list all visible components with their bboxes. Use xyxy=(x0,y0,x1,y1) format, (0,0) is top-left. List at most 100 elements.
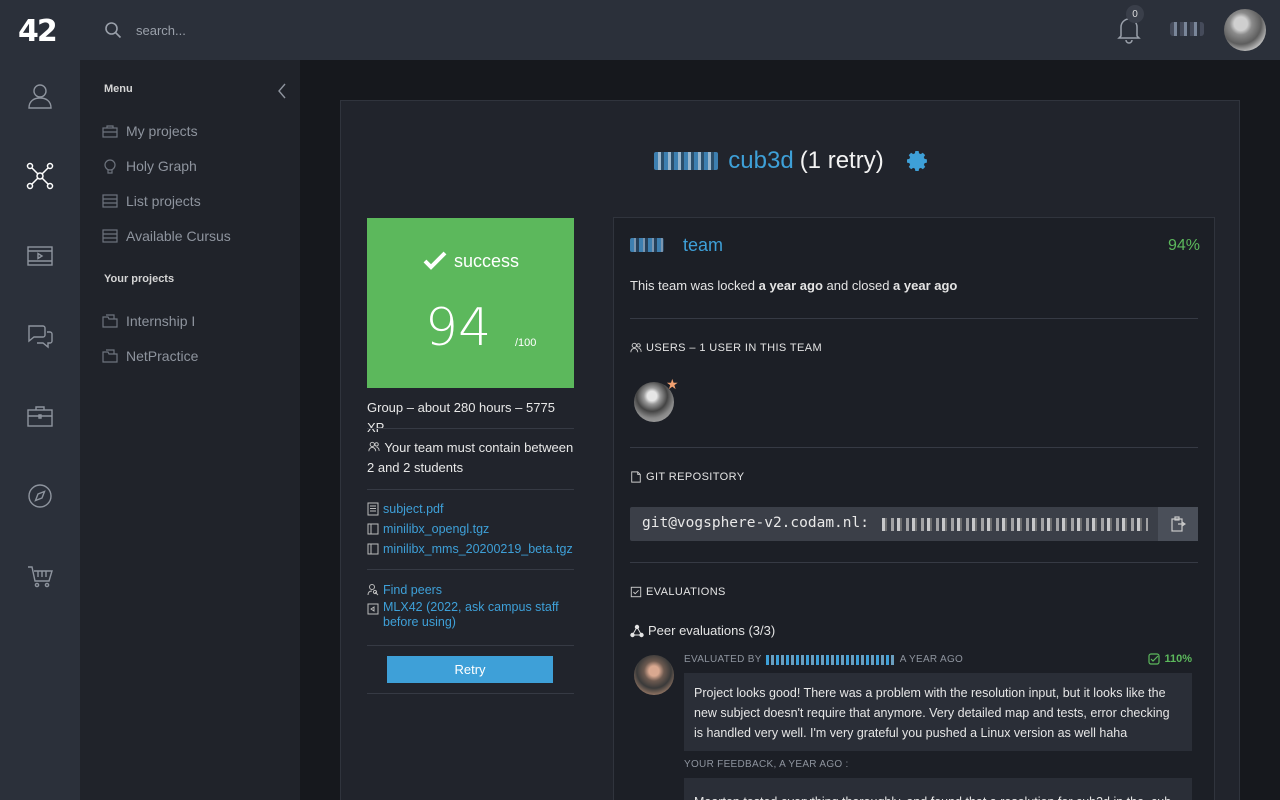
team-name[interactable]: team xyxy=(683,235,723,256)
attachment-link[interactable]: subject.pdf xyxy=(367,499,574,519)
team-rule: Your team must contain between 2 and 2 s… xyxy=(367,440,574,475)
your-projects-heading: Your projects xyxy=(104,273,175,285)
icon-rail: 42 xyxy=(0,0,80,800)
git-section-label: GIT REPOSITORY xyxy=(630,471,745,483)
users-icon xyxy=(368,441,380,452)
evaluator-avatar[interactable] xyxy=(634,655,674,695)
peer-evaluations-heading: Peer evaluations (3/3) xyxy=(630,623,775,638)
users-section-label: USERS – 1 USER IN THIS TEAM xyxy=(630,342,822,354)
attachment-link[interactable]: minilibx_mms_20200219_beta.tgz xyxy=(367,539,574,559)
divider xyxy=(367,645,574,646)
folder-icon xyxy=(102,349,118,363)
subnav-item-available-cursus[interactable]: Available Cursus xyxy=(102,225,231,247)
notification-count-badge: 0 xyxy=(1126,5,1144,23)
repo-path-redacted xyxy=(882,518,1148,531)
graph-icon xyxy=(104,159,116,174)
search-icon xyxy=(105,22,122,39)
retry-count: (1 retry) xyxy=(799,147,884,174)
status-text: success xyxy=(453,250,520,271)
team-logo xyxy=(630,238,664,252)
divider xyxy=(630,447,1198,448)
list-icon xyxy=(102,194,118,208)
group-info: Group – about 280 hours – 5775 XP xyxy=(367,400,555,435)
menu-heading: Menu xyxy=(104,83,133,95)
list-icon xyxy=(102,229,118,243)
gear-icon[interactable] xyxy=(906,150,928,172)
archive-icon xyxy=(367,543,379,555)
profile-icon[interactable] xyxy=(24,80,56,112)
evaluation-score: 110% xyxy=(1148,653,1192,665)
team-status-text: This team was locked a year ago and clos… xyxy=(630,278,958,293)
find-peers-link[interactable]: Find peers xyxy=(367,580,574,600)
peer-network-icon xyxy=(630,624,644,637)
document-icon xyxy=(367,502,379,516)
subnav-item-my-projects[interactable]: My projects xyxy=(102,120,198,142)
mlx42-link[interactable]: MLX42 (2022, ask campus staff before usi… xyxy=(367,600,574,630)
copy-button[interactable] xyxy=(1158,507,1198,541)
briefcase-icon xyxy=(102,125,118,138)
external-link-icon xyxy=(367,603,379,615)
subnav-item-list-projects[interactable]: List projects xyxy=(102,190,201,212)
divider xyxy=(630,318,1198,319)
score-badge: success 94 /100 xyxy=(367,218,574,388)
attachment-link[interactable]: minilibx_opengl.tgz xyxy=(367,519,574,539)
user-login-label[interactable] xyxy=(654,152,719,170)
folder-icon xyxy=(102,314,118,328)
logo[interactable]: 42 xyxy=(18,14,62,49)
checkbox-icon xyxy=(630,586,642,598)
subnav-item-holy-graph[interactable]: Holy Graph xyxy=(102,155,197,177)
divider xyxy=(630,562,1198,563)
check-icon xyxy=(423,251,447,270)
search-input[interactable] xyxy=(136,18,436,42)
team-panel: team 94% This team was locked a year ago… xyxy=(613,217,1215,800)
archive-icon xyxy=(367,523,379,535)
check-outline-icon xyxy=(1148,653,1161,665)
subnav-item-label: My projects xyxy=(126,123,198,139)
evaluation-meta: EVALUATED BY A YEAR AGO xyxy=(684,654,964,665)
collapse-chevron-icon[interactable] xyxy=(276,82,288,100)
retry-button[interactable]: Retry xyxy=(387,656,553,683)
top-bar: 0 xyxy=(80,0,1280,60)
subnav-item-label: Internship I xyxy=(126,313,196,329)
subnav-item-label: List projects xyxy=(126,193,201,209)
elearning-icon[interactable] xyxy=(24,240,56,272)
divider xyxy=(367,428,574,429)
divider xyxy=(367,489,574,490)
shop-cart-icon[interactable] xyxy=(24,560,56,592)
subnav-item-internship[interactable]: Internship I xyxy=(102,310,195,332)
subnav-item-label: NetPractice xyxy=(126,348,199,364)
project-subnav: Menu My projects Holy Graph List project… xyxy=(80,60,300,800)
clipboard-icon xyxy=(1171,516,1186,532)
page-title: cub3d (1 retry) xyxy=(341,147,1241,175)
compass-icon[interactable] xyxy=(24,480,56,512)
feedback-comment: Maarten tested everything thoroughly, an… xyxy=(684,778,1192,800)
score-max: /100 xyxy=(515,337,537,349)
user-avatar[interactable] xyxy=(1224,9,1266,51)
evaluator-login[interactable] xyxy=(765,654,896,665)
divider xyxy=(367,569,574,570)
evaluation-comment: Project looks good! There was a problem … xyxy=(684,673,1192,751)
status-label: success xyxy=(367,248,574,274)
project-card: cub3d (1 retry) success 94 /100 Group – … xyxy=(340,100,1240,800)
users-icon xyxy=(630,342,642,353)
find-peers-icon xyxy=(367,584,379,596)
divider xyxy=(367,693,574,694)
companies-icon[interactable] xyxy=(24,400,56,432)
holy-graph-icon[interactable] xyxy=(24,160,56,192)
resource-links: Find peers MLX42 (2022, ask campus staff… xyxy=(367,580,574,630)
chat-icon[interactable] xyxy=(24,320,56,352)
project-name[interactable]: cub3d xyxy=(728,147,793,175)
git-repo-icon xyxy=(631,471,641,483)
leader-star-icon: ★ xyxy=(666,376,679,392)
git-repo-field[interactable]: git@vogsphere-v2.codam.nl: xyxy=(630,507,1198,541)
feedback-label: YOUR FEEDBACK, A YEAR AGO : xyxy=(684,759,849,770)
attachments-list: subject.pdf minilibx_opengl.tgz minilibx… xyxy=(367,499,574,559)
score-value: 94 xyxy=(425,298,492,358)
subnav-item-netpractice[interactable]: NetPractice xyxy=(102,345,198,367)
subnav-item-label: Available Cursus xyxy=(126,228,231,244)
evaluations-section-label: EVALUATIONS xyxy=(630,586,726,598)
repo-url: git@vogsphere-v2.codam.nl: xyxy=(642,515,869,531)
team-score: 94% xyxy=(1167,237,1200,254)
user-login-label[interactable] xyxy=(1170,22,1204,36)
subnav-item-label: Holy Graph xyxy=(126,158,197,174)
